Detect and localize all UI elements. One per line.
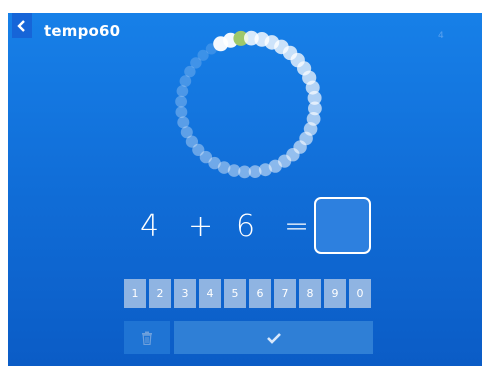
key-5[interactable]: 5 — [224, 279, 246, 308]
timer-dot — [176, 85, 189, 97]
delete-button[interactable] — [124, 321, 170, 354]
key-2[interactable]: 2 — [149, 279, 171, 308]
key-7[interactable]: 7 — [274, 279, 296, 308]
key-6[interactable]: 6 — [249, 279, 271, 308]
confirm-button[interactable] — [174, 321, 373, 354]
quiz-screen: tempo60 4 4 + 6 = 1 2 3 4 5 6 7 8 9 0 — [8, 13, 482, 366]
operand-b: 6 — [236, 209, 256, 244]
equals-sign: = — [284, 209, 310, 244]
key-4[interactable]: 4 — [199, 279, 221, 308]
key-0[interactable]: 0 — [349, 279, 371, 308]
key-8[interactable]: 8 — [299, 279, 321, 308]
key-9[interactable]: 9 — [324, 279, 346, 308]
key-1[interactable]: 1 — [124, 279, 146, 308]
check-icon — [266, 332, 281, 344]
timer-ring — [175, 30, 322, 179]
key-3[interactable]: 3 — [174, 279, 196, 308]
operand-a: 4 — [140, 209, 160, 244]
timer-dot — [205, 43, 217, 55]
trash-icon — [142, 331, 152, 345]
timer-dot — [175, 95, 188, 108]
operator-plus: + — [188, 209, 214, 244]
answer-input[interactable] — [314, 197, 371, 254]
timer-dot — [175, 106, 188, 118]
timer-dot — [177, 116, 190, 129]
